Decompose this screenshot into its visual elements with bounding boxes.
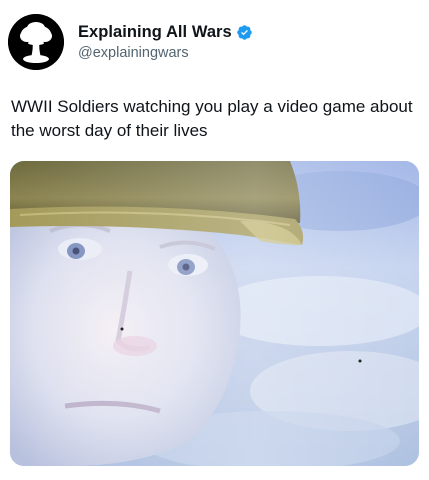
display-name[interactable]: Explaining All Wars (78, 23, 232, 42)
author-handle[interactable]: @explainingwars (78, 45, 253, 61)
tweet-header: Explaining All Wars @explainingwars (8, 14, 253, 70)
author-info: Explaining All Wars @explainingwars (78, 23, 253, 61)
tweet-text: WWII Soldiers watching you play a video … (11, 97, 413, 140)
avatar[interactable] (8, 14, 64, 70)
name-row: Explaining All Wars (78, 23, 253, 42)
soldier-face-image (10, 161, 419, 466)
tweet-media-image[interactable] (10, 161, 419, 466)
verified-badge-icon (237, 25, 252, 40)
mushroom-cloud-icon (8, 14, 64, 70)
tweet-card: Explaining All Wars @explainingwars WWII… (0, 0, 429, 480)
